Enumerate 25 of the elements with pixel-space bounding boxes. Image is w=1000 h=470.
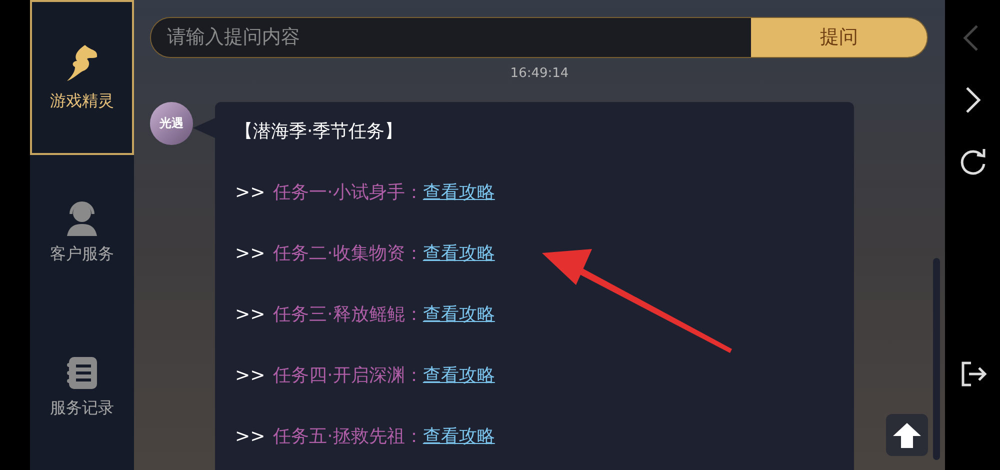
avatar: 光遇: [150, 102, 193, 144]
task-name: 任务四·开启深渊：: [273, 364, 423, 388]
bullet-marker: >>: [235, 425, 266, 449]
agent-icon: [65, 200, 99, 236]
sidebar-tab[interactable]: 客户服务: [30, 155, 134, 310]
task-name: 任务五·拯救先祖：: [273, 425, 423, 449]
task-name: 任务二·收集物资：: [273, 242, 423, 266]
sidebar-tab[interactable]: 服务记录: [30, 310, 134, 465]
notebook-icon: [66, 356, 98, 390]
bullet-marker: >>: [235, 303, 266, 327]
message-title: 【潜海季·季节任务】: [235, 120, 404, 144]
guide-link[interactable]: 查看攻略: [422, 362, 495, 389]
guide-link[interactable]: 查看攻略: [422, 423, 495, 450]
guide-link[interactable]: 查看攻略: [422, 240, 495, 267]
bullet-marker: >>: [235, 242, 266, 266]
bullet-marker: >>: [235, 181, 266, 205]
back-to-top-button[interactable]: [886, 414, 928, 456]
task-name: 任务三·释放鳐鲲：: [273, 303, 423, 327]
guide-link[interactable]: 查看攻略: [422, 179, 495, 206]
sidebar-tab[interactable]: 游戏精灵: [30, 0, 134, 155]
up-arrow-icon: [892, 421, 922, 449]
guide-link[interactable]: 查看攻略: [422, 301, 495, 328]
bullet-marker: >>: [235, 364, 266, 388]
task-name: 任务一·小试身手：: [273, 181, 423, 205]
timestamp: 16:49:14: [510, 65, 569, 83]
